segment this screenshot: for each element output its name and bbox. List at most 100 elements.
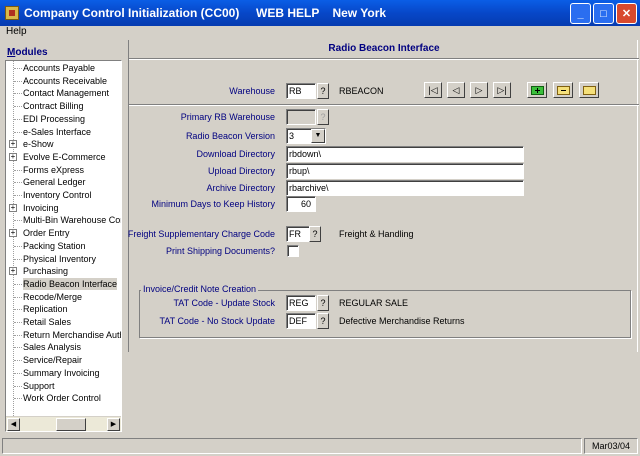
modules-tree-list: Accounts Payable Accounts Receivable Conta… [6,61,121,416]
freight-code-lookup-button[interactable]: ? [309,226,321,242]
scroll-left-icon[interactable]: ◀ [7,418,20,431]
expand-icon[interactable]: + [9,203,17,212]
sidebar-item-label: Retail Sales [23,317,72,327]
sidebar-item[interactable]: Radio Beacon Interface [6,277,121,290]
tree-connector [14,322,22,323]
horizontal-scrollbar[interactable]: ◀ ▶ [6,416,121,431]
scroll-thumb[interactable] [56,418,86,431]
sidebar-item-label: Support [23,380,55,391]
next-record-icon[interactable]: ▷ [470,82,488,98]
sidebar-item-label: Inventory Control [23,190,92,200]
tat-no-stock-update-input[interactable]: DEF [286,313,316,329]
add-record-button[interactable] [527,82,547,98]
sidebar-item-label: e-Sales Interface [23,126,92,137]
sidebar-item[interactable]: Replication [6,303,121,315]
sidebar-item[interactable]: + Evolve E-Commerce [6,151,121,163]
tree-connector [14,118,22,120]
sidebar-item[interactable]: Contact Management [6,87,121,99]
sidebar-item[interactable]: EDI Processing [6,113,121,125]
sidebar-item-label: Purchasing [23,266,69,277]
primary-rb-warehouse-input [286,109,316,125]
download-directory-label: Download Directory [196,149,275,159]
expand-icon[interactable]: + [9,267,17,276]
menu-help[interactable]: Help [6,26,27,37]
tree-connector [14,283,22,285]
tree-connector [14,220,22,222]
sidebar-item-label: Contract Billing [23,101,84,112]
close-button[interactable]: ✕ [616,3,637,24]
sidebar-item[interactable]: + Purchasing [6,265,121,277]
min-days-history-input[interactable]: 60 [286,196,316,212]
sidebar-item[interactable]: Support [6,380,121,392]
sidebar-item[interactable]: Summary Invoicing [6,367,121,379]
sidebar-item[interactable]: + Invoicing [6,202,121,214]
delete-record-button[interactable] [553,82,573,98]
download-directory-input[interactable]: rbdown\ [286,146,524,162]
sidebar-item-label: Packing Station [23,240,86,251]
add-folder-icon [530,85,544,95]
sidebar-item[interactable]: + e-Show [6,138,121,150]
tat-no-stock-update-lookup-button[interactable]: ? [317,313,329,329]
scroll-right-icon[interactable]: ▶ [107,418,120,431]
sidebar-item[interactable]: Retail Sales [6,316,121,328]
sidebar-item[interactable]: Accounts Payable [6,62,121,74]
upload-directory-input[interactable]: rbup\ [286,163,524,179]
invoice-credit-group-title: Invoice/Credit Note Creation [141,284,259,294]
sidebar-item-label: Forms eXpress [23,164,85,175]
tat-update-stock-input[interactable]: REG [286,295,316,311]
sidebar-item[interactable]: e-Sales Interface [6,126,121,138]
modules-tree[interactable]: Accounts Payable Accounts Receivable Conta… [5,60,122,432]
last-record-icon[interactable]: ▷| [493,82,511,98]
tat-update-stock-lookup-button[interactable]: ? [317,295,329,311]
sidebar-item[interactable]: Contract Billing [6,100,121,112]
tree-connector [14,347,22,349]
warehouse-lookup-button[interactable]: ? [317,83,329,99]
app-icon [5,6,19,20]
sidebar-item-label: Order Entry [23,228,70,239]
chevron-down-icon[interactable]: ▼ [311,129,325,143]
sidebar-item[interactable]: Accounts Receivable [6,75,121,87]
sidebar-item[interactable]: General Ledger [6,176,121,188]
sidebar-item[interactable]: Physical Inventory [6,253,121,265]
sidebar-item-label: e-Show [23,139,54,150]
sidebar-item[interactable]: + Order Entry [6,227,121,239]
primary-rb-warehouse-label: Primary RB Warehouse [180,112,275,122]
sidebar-item[interactable]: Inventory Control [6,189,121,201]
sidebar-item[interactable]: Packing Station [6,240,121,252]
upload-directory-label: Upload Directory [207,166,275,176]
sidebar-item-label: General Ledger [23,177,86,188]
primary-rb-warehouse-lookup-button: ? [317,109,329,125]
sidebar-item-label: Accounts Receivable [23,75,108,86]
tree-connector [14,258,22,260]
status-bar: Mar03/04 [0,436,640,456]
minimize-button[interactable]: _ [570,3,591,24]
freight-code-description: Freight & Handling [339,229,414,239]
expand-icon[interactable]: + [9,229,17,238]
tree-connector [14,131,22,133]
remove-folder-icon [556,85,570,95]
sidebar-item-label: Service/Repair [23,355,83,366]
sidebar-item[interactable]: Service/Repair [6,354,121,366]
archive-directory-input[interactable]: rbarchive\ [286,180,524,196]
maximize-button[interactable]: □ [593,3,614,24]
tree-connector [14,195,22,196]
sidebar-item[interactable]: Multi-Bin Warehouse Con [6,214,121,226]
sidebar-item[interactable]: Return Merchandise Auth [6,329,121,341]
open-record-button[interactable] [579,82,599,98]
status-message [2,438,582,454]
print-shipping-checkbox[interactable] [287,245,299,257]
warehouse-input[interactable]: RB [286,83,316,99]
sidebar-item[interactable]: Sales Analysis [6,341,121,353]
tree-connector [14,309,22,311]
sidebar-item-label: Work Order Control [23,393,101,404]
expand-icon[interactable]: + [9,140,17,149]
sidebar-item[interactable]: Work Order Control [6,392,121,404]
menu-bar: Help [0,26,640,40]
tree-connector [14,296,22,298]
first-record-icon[interactable]: |◁ [424,82,442,98]
expand-icon[interactable]: + [9,152,17,161]
sidebar-item[interactable]: Forms eXpress [6,164,121,176]
tat-no-stock-update-label: TAT Code - No Stock Update [159,316,275,326]
sidebar-item[interactable]: Recode/Merge [6,291,121,303]
previous-record-icon[interactable]: ◁ [447,82,465,98]
